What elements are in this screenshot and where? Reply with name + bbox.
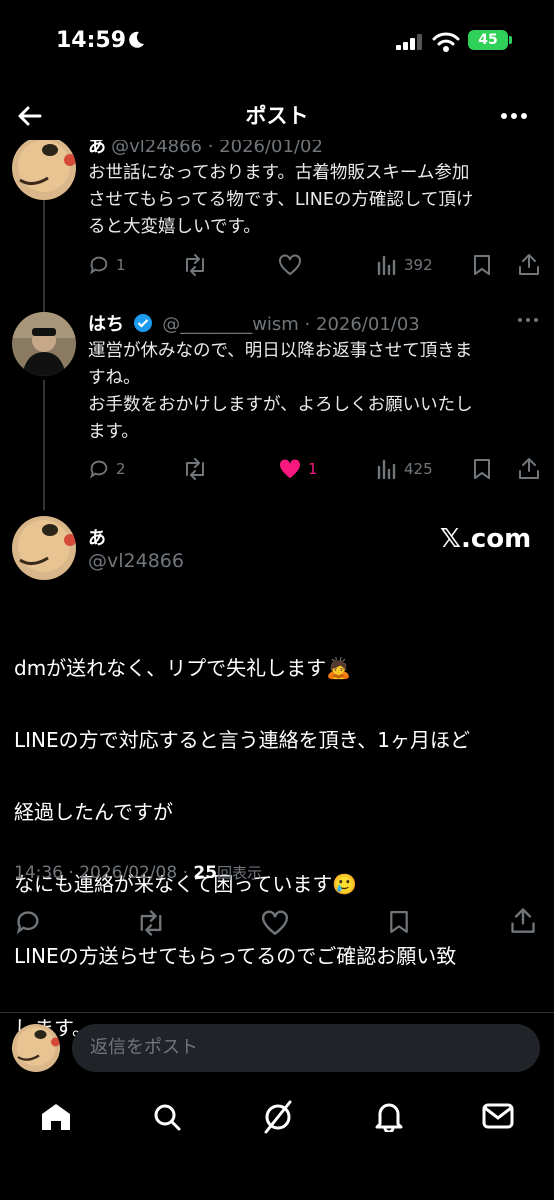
author-handle-date[interactable]: @vl24866 · 2026/01/02	[111, 140, 323, 157]
view-count: 392	[404, 256, 433, 274]
view-count-number[interactable]: 25	[193, 863, 217, 883]
mail-icon[interactable]	[482, 1102, 514, 1130]
home-icon[interactable]	[40, 1102, 72, 1132]
author-handle-date[interactable]: @________wism · 2026/01/03	[162, 314, 420, 335]
post-timestamp: 14:36 · 2026/02/08 ·	[14, 863, 194, 883]
search-icon[interactable]	[152, 1102, 182, 1132]
repost-icon[interactable]	[136, 910, 166, 936]
x-com-badge: 𝕏.com	[440, 524, 532, 554]
avatar[interactable]	[12, 140, 76, 200]
reply-input[interactable]: 返信をポスト	[72, 1024, 540, 1072]
views-button[interactable]: 425	[376, 458, 433, 480]
post-text: お世話になっております。古着物販スキーム参加 させてもらってる物です、LINEの…	[88, 163, 474, 237]
main-post-line: dmが送れなく、リプで失礼します🙇	[14, 656, 352, 680]
like-button[interactable]: 1	[278, 458, 318, 480]
view-count: 425	[404, 460, 433, 478]
avatar-image	[12, 312, 76, 376]
repost-button[interactable]	[182, 254, 208, 276]
view-count-label: 回表示	[217, 864, 263, 882]
reply-post-2[interactable]: はち @________wism · 2026/01/03 運営が休みなので、明…	[0, 306, 554, 502]
wifi-icon	[432, 32, 460, 52]
post-timestamp-line: 14:36 · 2026/02/08 · 25回表示	[14, 862, 262, 883]
bookmark-icon[interactable]	[472, 458, 492, 480]
author-name[interactable]: あ	[88, 140, 106, 157]
views-button[interactable]: 392	[376, 254, 433, 276]
reply-icon[interactable]	[14, 908, 42, 936]
share-icon[interactable]	[518, 252, 540, 276]
reply-icon	[90, 256, 108, 275]
reply-button[interactable]: 1	[88, 254, 126, 276]
bookmark-icon[interactable]	[472, 254, 492, 276]
like-count: 1	[308, 460, 318, 478]
main-post-line: 経過したんですが	[14, 800, 173, 824]
back-arrow-icon[interactable]	[14, 100, 46, 132]
main-post-line: LINEの方で対応すると言う連絡を頂き、1ヶ月ほど	[14, 728, 470, 752]
reply-button[interactable]: 2	[88, 458, 126, 480]
composer-avatar	[12, 1024, 60, 1072]
share-icon[interactable]	[510, 906, 536, 934]
page-title: ポスト	[245, 104, 309, 128]
more-options-icon[interactable]	[498, 104, 530, 128]
avatar-image	[12, 140, 76, 200]
main-author-handle[interactable]: @vl24866	[88, 550, 184, 572]
author-name[interactable]: はち	[88, 314, 124, 335]
like-button[interactable]	[278, 254, 302, 276]
reply-count: 1	[116, 256, 126, 274]
avatar[interactable]	[12, 312, 76, 376]
battery-tip	[509, 36, 512, 44]
main-avatar[interactable]	[12, 516, 76, 580]
like-icon[interactable]	[260, 910, 290, 936]
bell-icon[interactable]	[374, 1100, 404, 1132]
share-icon[interactable]	[518, 456, 540, 480]
avatar-image	[12, 516, 76, 580]
views-icon	[377, 255, 396, 276]
reply-icon	[90, 460, 108, 479]
like-icon-filled	[279, 459, 301, 478]
moon-icon	[129, 31, 144, 48]
more-options-icon[interactable]	[516, 316, 540, 324]
signal-icon	[396, 34, 422, 50]
repost-button[interactable]	[182, 458, 208, 480]
reply-count: 2	[116, 460, 126, 478]
bookmark-icon[interactable]	[388, 908, 410, 936]
main-post-line: LINEの方送らせてもらってるのでご確認お願い致	[14, 944, 457, 968]
status-time: 14:59	[56, 28, 127, 53]
battery-indicator: 45	[468, 30, 508, 50]
post-text: 運営が休みなので、明日以降お返事させて頂きま すね。 お手数をおかけしますが、よ…	[88, 341, 473, 442]
views-icon	[377, 459, 396, 480]
avatar-image	[12, 1024, 60, 1072]
divider	[0, 1012, 554, 1013]
main-author-name[interactable]: あ	[88, 524, 106, 550]
verified-badge-icon	[134, 314, 153, 332]
grok-icon[interactable]	[262, 1100, 294, 1134]
repost-icon	[186, 254, 204, 276]
reply-post-1[interactable]: あ @vl24866 · 2026/01/02 お世話になっております。古着物販…	[0, 140, 554, 300]
repost-icon	[186, 458, 204, 480]
like-icon	[279, 254, 301, 276]
